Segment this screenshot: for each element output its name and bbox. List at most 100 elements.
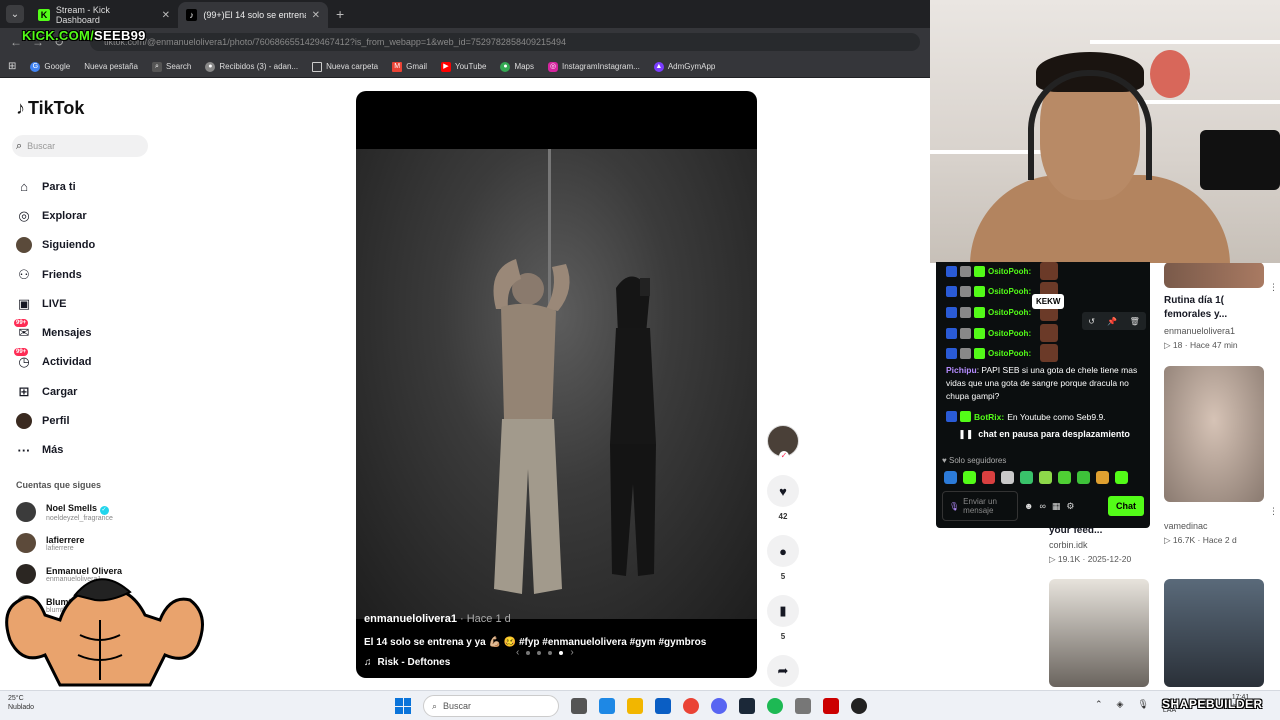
bookmark-folder[interactable]: Nueva carpeta [312, 61, 378, 72]
bookmark-maps[interactable]: ● Maps [500, 61, 534, 72]
weather-widget[interactable]: 25°C Nublado [8, 694, 34, 712]
menu-item-actividad[interactable]: ◷ 99+ Actividad [14, 348, 95, 377]
pin-icon[interactable]: 📌 [1107, 317, 1117, 326]
spotify-icon[interactable] [767, 698, 783, 714]
post-author[interactable]: enmanueloliverа1 · Hace 1 d [364, 613, 511, 625]
emote-icon[interactable] [1096, 471, 1109, 484]
emote-icon[interactable] [1115, 471, 1128, 484]
bookmark-recibidos[interactable]: ● Recibidos (3) - adan... [205, 61, 298, 72]
tiktok-logo[interactable]: ♪ TikTok [16, 98, 84, 119]
emote-icon[interactable] [1058, 471, 1071, 484]
bookmark-youtube[interactable]: ▶ YouTube [441, 61, 486, 72]
bookmark-search[interactable]: ⌕ Search [152, 61, 191, 72]
tab-kick-dashboard[interactable]: K Stream - Kick Dashboard ✕ [30, 2, 178, 28]
video-author[interactable]: corbin.idk [1049, 540, 1088, 550]
chat-message[interactable]: OsitoPooh: [946, 262, 1059, 280]
chat-paused-banner[interactable]: ❚❚ chat en pausa para desplazamiento [946, 425, 1142, 443]
check-icon[interactable]: ✓ [779, 451, 789, 461]
app-icon[interactable] [823, 698, 839, 714]
undo-icon[interactable]: ↺ [1088, 317, 1095, 326]
chat-username[interactable]: OsitoPooh: [988, 329, 1031, 338]
chat-username[interactable]: OsitoPooh: [988, 308, 1031, 317]
chat-message[interactable]: BotRix: En Youtube como Seb9.9. [946, 411, 1106, 422]
microphone-icon[interactable]: 🎙 [949, 502, 959, 511]
trash-icon[interactable]: 🗑 [1130, 317, 1140, 326]
bookmark-gmail[interactable]: M Gmail [392, 61, 427, 72]
infinity-icon[interactable]: ∞ [1039, 501, 1045, 511]
bookmark-admgym[interactable]: ▲ AdmGymApp [653, 61, 715, 72]
menu-item-mensajes[interactable]: ✉ 99+ Mensajes [14, 318, 95, 347]
emoji-icon[interactable]: ☻ [1024, 501, 1033, 511]
chat-username[interactable]: Pichipu [946, 365, 977, 375]
back-icon[interactable]: ← [10, 35, 22, 49]
like-button[interactable]: ♥ 42 [767, 475, 799, 521]
menu-item-cargar[interactable]: ⊞ Cargar [16, 377, 95, 406]
author-name[interactable]: enmanueloliverа1 [364, 613, 457, 625]
save-button[interactable]: ▮ 5 [767, 595, 799, 641]
microphone-icon[interactable]: 🎙 [1137, 699, 1148, 715]
chat-message-input[interactable]: 🎙 Enviar un mensaje [942, 491, 1018, 521]
store-icon[interactable] [655, 698, 671, 714]
bookmark-instagram[interactable]: ◎ InstagramInstagram... [548, 61, 640, 72]
video-title[interactable]: Rutina día 1( femorales y... [1164, 294, 1244, 322]
tab-search-button[interactable]: ⌄ [6, 5, 24, 23]
prev-slide-icon[interactable]: ‹ [516, 647, 519, 658]
widgets-icon[interactable] [599, 698, 615, 714]
menu-item-live[interactable]: ▣ LIVE [16, 289, 95, 318]
video-author[interactable]: enmanueloliverа1 [1164, 326, 1235, 336]
chat-username[interactable]: OsitoPooh: [988, 349, 1031, 358]
chat-message[interactable]: OsitoPooh: [946, 344, 1059, 362]
close-icon[interactable]: ✕ [312, 10, 320, 21]
bookmark-new-tab[interactable]: Nueva pestaña [84, 62, 138, 71]
menu-item-explorar[interactable]: ◎ Explorar [16, 201, 95, 230]
emote-icon[interactable] [1020, 471, 1033, 484]
obs-icon[interactable] [851, 698, 867, 714]
tab-tiktok-post[interactable]: ♪ (99+)El 14 solo se entrena y ya ✕ [178, 2, 328, 28]
menu-item-perfil[interactable]: Perfil [16, 406, 95, 435]
comment-button[interactable]: ● 5 [767, 535, 799, 581]
close-icon[interactable]: ✕ [162, 10, 170, 21]
chrome-icon[interactable] [683, 698, 699, 714]
app-icon[interactable] [795, 698, 811, 714]
creator-avatar[interactable]: ✓ [767, 425, 799, 461]
menu-item-siguiendo[interactable]: Siguiendo [16, 231, 95, 260]
emote-icon[interactable] [982, 471, 995, 484]
chat-username[interactable]: OsitoPooh: [988, 287, 1031, 296]
more-icon[interactable]: ⋮ [1269, 282, 1278, 293]
chat-message[interactable]: Pichipu: PAPI SEB si una gota de chele t… [946, 364, 1142, 403]
chat-username[interactable]: OsitoPooh: [988, 267, 1031, 276]
task-view-icon[interactable] [571, 698, 587, 714]
video-thumbnail[interactable] [1164, 366, 1264, 502]
chevron-up-icon[interactable]: ⌃ [1095, 699, 1103, 715]
post-media[interactable]: ‹ › enmanueloliverа1 · Hace 1 d El 14 so… [356, 91, 757, 678]
windows-start-icon[interactable] [395, 698, 411, 714]
video-thumbnail[interactable] [1164, 262, 1264, 288]
menu-item-mas[interactable]: ··· Más [16, 436, 95, 465]
search-input[interactable]: ⌕ Buscar [12, 135, 148, 157]
video-thumbnail[interactable] [1049, 579, 1149, 687]
emote-icon[interactable] [944, 471, 957, 484]
menu-item-friends[interactable]: ⚇ Friends [16, 260, 95, 289]
chat-username[interactable]: BotRix: [974, 412, 1004, 422]
emote-icon[interactable] [963, 471, 976, 484]
chat-send-button[interactable]: Chat [1108, 496, 1144, 516]
taskbar-search[interactable]: ⌕ Buscar [423, 695, 559, 717]
video-thumbnail[interactable] [1164, 579, 1264, 687]
more-icon[interactable]: ⋮ [1269, 506, 1278, 517]
file-explorer-icon[interactable] [627, 698, 643, 714]
video-author[interactable]: vamedinac [1164, 521, 1208, 531]
gear-icon[interactable]: ⚙ [1066, 501, 1074, 512]
store-icon[interactable]: ▦ [1052, 501, 1061, 512]
chat-message[interactable]: OsitoPooh: [946, 324, 1059, 342]
emote-icon[interactable] [1077, 471, 1090, 484]
post-music[interactable]: ♫ Risk - Deftones [364, 657, 450, 668]
emote-icon[interactable] [1001, 471, 1014, 484]
following-account[interactable]: lafierrere lafierrere [16, 533, 85, 553]
following-account[interactable]: Noel Smells ✓ noeldeyzel_fragrance [16, 502, 113, 522]
menu-item-para-ti[interactable]: ⌂ Para ti [16, 172, 95, 201]
new-tab-button[interactable]: + [336, 6, 344, 22]
discord-icon[interactable] [711, 698, 727, 714]
network-icon[interactable]: ◈ [1117, 699, 1124, 715]
emote-icon[interactable] [1039, 471, 1052, 484]
apps-icon[interactable]: ⊞ [8, 61, 16, 72]
